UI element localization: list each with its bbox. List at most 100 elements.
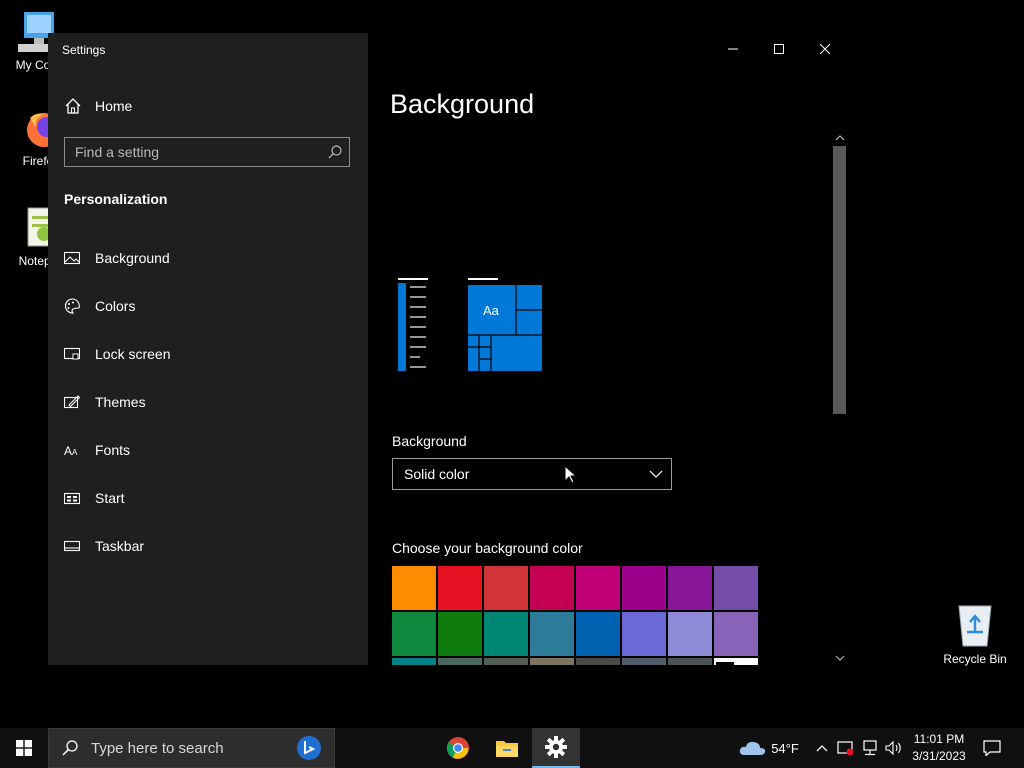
- notification-icon: [983, 740, 1001, 756]
- show-hidden-icons-button[interactable]: [812, 728, 832, 768]
- background-preview: [398, 278, 542, 371]
- color-swatch[interactable]: [714, 566, 758, 610]
- section-title: Personalization: [64, 191, 168, 207]
- close-icon: [820, 44, 830, 54]
- start-button[interactable]: [0, 728, 48, 768]
- nav-item-background[interactable]: Background: [48, 234, 368, 282]
- color-swatch[interactable]: [576, 612, 620, 656]
- taskbar-clock[interactable]: 11:01 PM 3/31/2023: [905, 731, 973, 765]
- color-swatch[interactable]: [530, 658, 574, 665]
- color-swatch[interactable]: [438, 566, 482, 610]
- taskbar-settings[interactable]: [532, 728, 580, 768]
- nav-item-colors[interactable]: Colors: [48, 282, 368, 330]
- color-swatch[interactable]: [622, 566, 666, 610]
- themes-icon: [64, 395, 80, 409]
- color-swatch[interactable]: [622, 658, 666, 665]
- minimize-button[interactable]: [710, 33, 756, 65]
- recycle-bin-icon: [958, 605, 992, 647]
- folder-icon: [496, 741, 518, 757]
- settings-window: Settings Home Personalization Backg: [48, 33, 848, 665]
- tray-security[interactable]: [836, 728, 856, 768]
- cloud-icon: [740, 741, 766, 755]
- color-swatch[interactable]: [392, 612, 436, 656]
- preview-text: Aa: [483, 303, 499, 318]
- color-swatch[interactable]: [484, 612, 528, 656]
- windows-logo-icon: [16, 740, 32, 756]
- find-setting-search[interactable]: [64, 137, 350, 167]
- chrome-icon: [446, 737, 469, 759]
- selected-swatch-marker: [716, 662, 734, 665]
- nav-item-taskbar[interactable]: Taskbar: [48, 522, 368, 570]
- palette-icon: [64, 298, 80, 314]
- weather-widget[interactable]: 54°F: [736, 728, 802, 768]
- chevron-up-icon: [816, 745, 828, 752]
- taskbar-chrome[interactable]: [434, 728, 482, 768]
- volume-icon: [885, 740, 901, 756]
- background-type-dropdown[interactable]: Solid color: [392, 458, 672, 490]
- close-button[interactable]: [802, 33, 848, 65]
- taskbar-file-explorer[interactable]: [483, 728, 531, 768]
- mouse-cursor-icon: [564, 465, 576, 484]
- clock-time: 11:01 PM: [913, 732, 965, 746]
- desktop-icon-recycle-bin[interactable]: Recycle Bin: [937, 602, 1013, 666]
- dropdown-value: Solid color: [404, 466, 470, 482]
- scroll-thumb[interactable]: [833, 146, 846, 414]
- nav-item-label: Lock screen: [95, 346, 171, 362]
- color-swatch[interactable]: [576, 658, 620, 665]
- notification-center-button[interactable]: [978, 728, 1006, 768]
- page-title: Background: [390, 89, 535, 119]
- window-title: Settings: [62, 43, 106, 57]
- background-type-label: Background: [392, 433, 467, 449]
- maximize-icon: [774, 44, 784, 54]
- picture-icon: [64, 251, 80, 265]
- gear-icon: [545, 736, 567, 758]
- color-swatch[interactable]: [392, 658, 436, 665]
- start-icon: [64, 492, 80, 505]
- color-swatch[interactable]: [668, 658, 712, 665]
- nav-item-label: Start: [95, 490, 125, 506]
- chevron-up-icon: [835, 135, 844, 141]
- scroll-up-button[interactable]: [831, 131, 848, 145]
- recycle-bin-label: Recycle Bin: [943, 652, 1007, 666]
- find-setting-input[interactable]: [65, 143, 327, 161]
- color-picker-label: Choose your background color: [392, 540, 583, 556]
- tray-network[interactable]: [860, 728, 880, 768]
- settings-sidebar: Settings Home Personalization Backg: [48, 33, 368, 665]
- bing-icon[interactable]: [295, 734, 323, 762]
- settings-main-pane: Background Aa Background Solid color Cho…: [368, 33, 848, 665]
- scroll-down-button[interactable]: [831, 651, 848, 665]
- weather-temp: 54°F: [771, 740, 799, 756]
- nav-home[interactable]: Home: [64, 95, 132, 117]
- nav-item-fonts[interactable]: A A Fonts: [48, 426, 368, 474]
- clock-date: 3/31/2023: [912, 749, 966, 763]
- search-icon[interactable]: [327, 144, 343, 160]
- main-scrollbar[interactable]: [831, 129, 848, 665]
- color-swatch[interactable]: [576, 566, 620, 610]
- nav-item-label: Themes: [95, 394, 146, 410]
- color-swatch[interactable]: [530, 566, 574, 610]
- taskbar-search-box[interactable]: Type here to search: [48, 728, 335, 768]
- nav-item-lock-screen[interactable]: Lock screen: [48, 330, 368, 378]
- color-swatch[interactable]: [392, 566, 436, 610]
- color-swatch[interactable]: [484, 566, 528, 610]
- color-swatch[interactable]: [714, 658, 758, 665]
- color-swatch[interactable]: [668, 566, 712, 610]
- svg-text:A: A: [64, 444, 72, 458]
- color-swatch[interactable]: [530, 612, 574, 656]
- nav-item-label: Taskbar: [95, 538, 145, 554]
- nav-home-label: Home: [95, 98, 133, 114]
- nav-item-label: Background: [95, 250, 170, 266]
- color-swatch[interactable]: [484, 658, 528, 665]
- color-swatch[interactable]: [438, 658, 482, 665]
- minimize-icon: [728, 48, 738, 50]
- nav-item-themes[interactable]: Themes: [48, 378, 368, 426]
- color-swatch[interactable]: [668, 612, 712, 656]
- maximize-button[interactable]: [756, 33, 802, 65]
- search-icon: [62, 740, 78, 756]
- color-swatch[interactable]: [438, 612, 482, 656]
- nav-item-start[interactable]: Start: [48, 474, 368, 522]
- chevron-down-icon: [835, 655, 844, 661]
- color-swatch[interactable]: [622, 612, 666, 656]
- color-swatch[interactable]: [714, 612, 758, 656]
- tray-volume[interactable]: [884, 728, 904, 768]
